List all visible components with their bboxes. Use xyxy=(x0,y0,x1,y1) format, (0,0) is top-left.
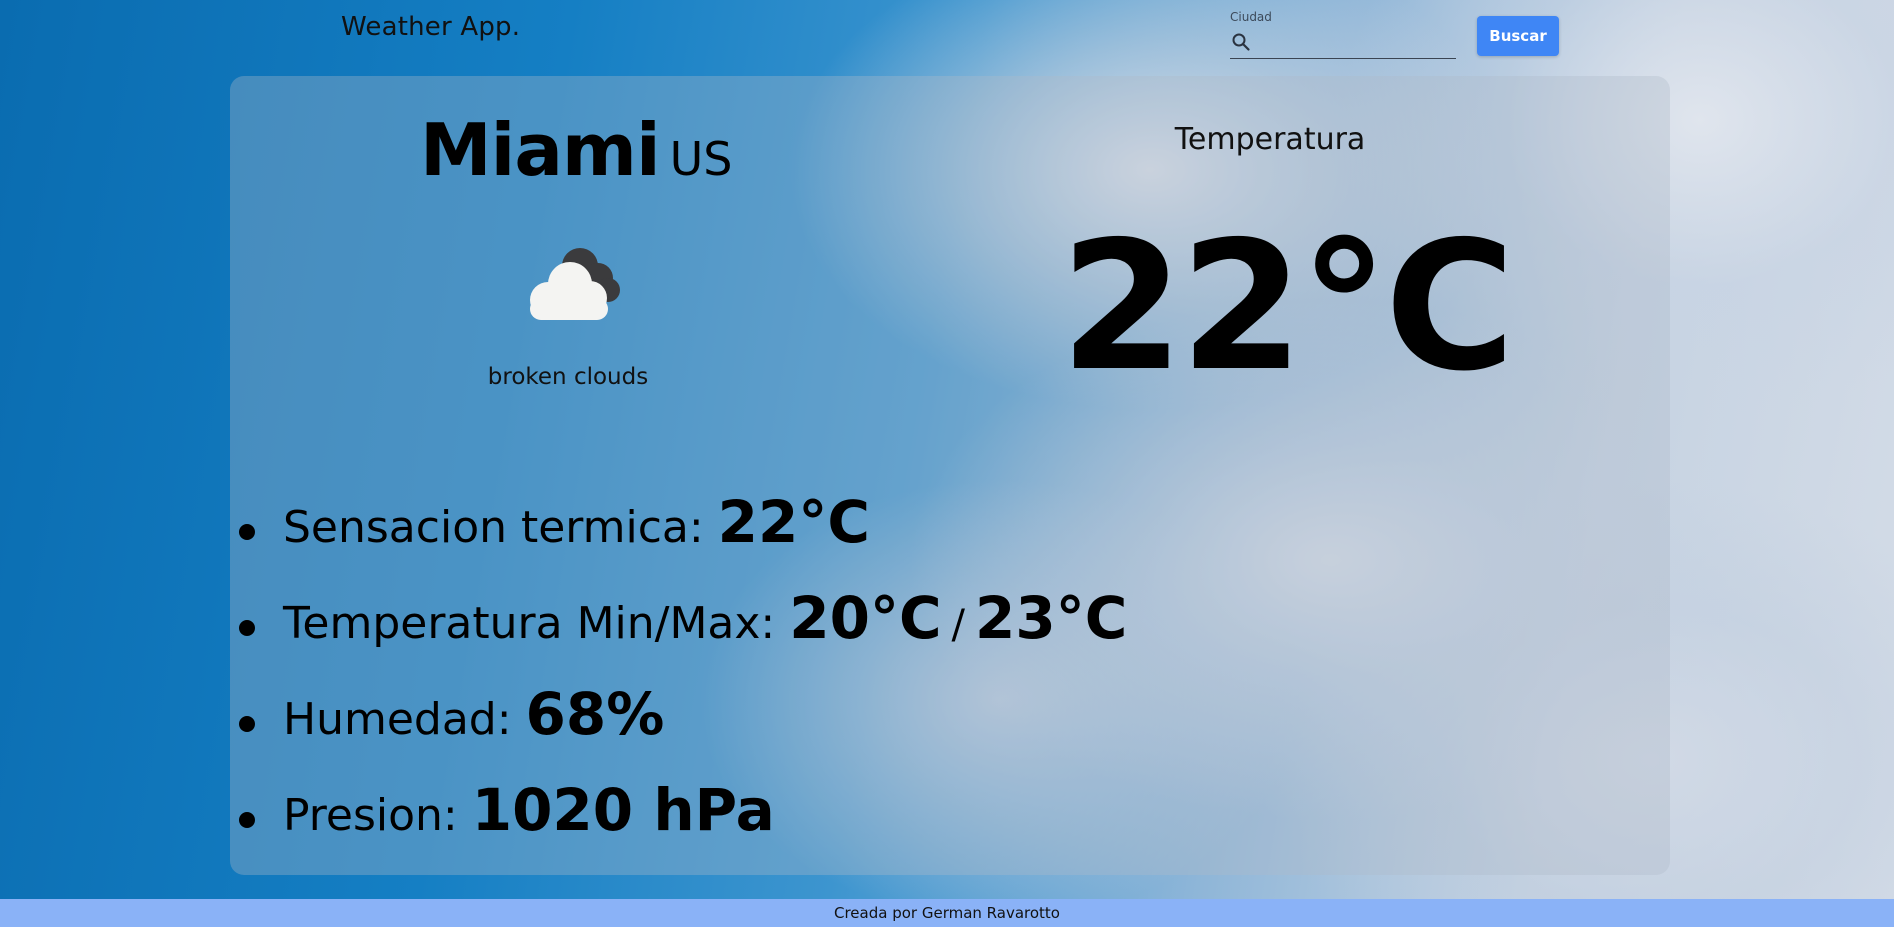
search-label: Ciudad xyxy=(1230,10,1272,24)
min-max-separator: / xyxy=(951,602,966,648)
bullet xyxy=(239,812,255,828)
city-heading: Miami US xyxy=(420,108,733,192)
footer: Creada por German Ravarotto xyxy=(0,899,1894,927)
top-bar: Weather App. Ciudad Buscar xyxy=(0,0,1894,62)
feels-like-item: Sensacion termica: 22°C xyxy=(235,488,1127,584)
pressure-label: Presion: xyxy=(283,790,472,841)
humidity-value: 68% xyxy=(525,680,665,748)
pressure-value: 1020 hPa xyxy=(471,776,775,844)
city-search-input[interactable] xyxy=(1256,30,1452,54)
bullet xyxy=(239,620,255,636)
search-icon xyxy=(1231,32,1251,52)
city-search-field[interactable]: Ciudad xyxy=(1230,10,1456,60)
search-underline xyxy=(1230,58,1456,59)
temperature-label: Temperatura xyxy=(1174,122,1366,157)
search-button[interactable]: Buscar xyxy=(1477,16,1559,56)
footer-credit: Creada por German Ravarotto xyxy=(834,904,1060,922)
humidity-label: Humedad: xyxy=(283,694,526,745)
feels-like-value: 22°C xyxy=(717,488,870,556)
bullet xyxy=(239,524,255,540)
weather-description: broken clouds xyxy=(487,364,649,390)
country-code: US xyxy=(669,132,733,186)
bullet xyxy=(239,716,255,732)
min-temp-value: 20°C xyxy=(789,584,942,652)
city-name: Miami xyxy=(420,108,661,192)
humidity-item: Humedad: 68% xyxy=(235,680,1127,776)
min-max-label: Temperatura Min/Max: xyxy=(283,598,790,649)
pressure-item: Presion: 1020 hPa xyxy=(235,776,1127,872)
min-max-item: Temperatura Min/Max: 20°C/23°C xyxy=(235,584,1127,680)
weather-details-list: Sensacion termica: 22°C Temperatura Min/… xyxy=(235,488,1127,872)
app-title: Weather App. xyxy=(341,12,521,42)
temperature-value: 22°C xyxy=(1060,203,1515,410)
broken-clouds-icon xyxy=(510,240,630,320)
max-temp-value: 23°C xyxy=(975,584,1128,652)
feels-like-label: Sensacion termica: xyxy=(283,502,718,553)
